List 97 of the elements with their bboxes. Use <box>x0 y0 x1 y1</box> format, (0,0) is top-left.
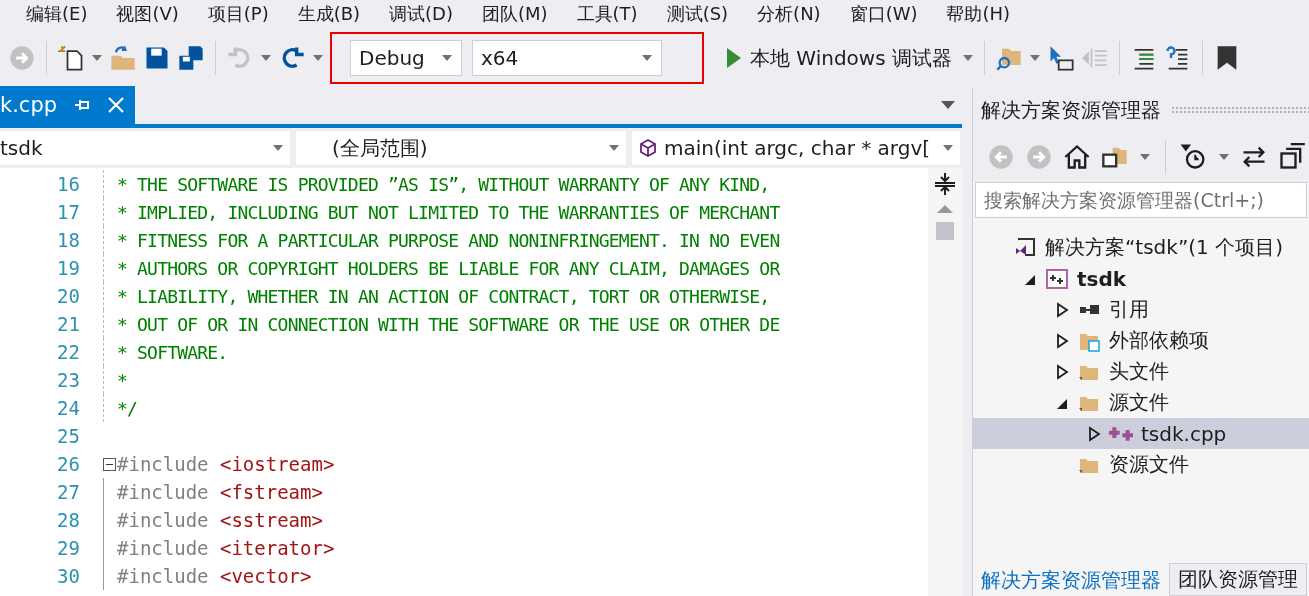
line-number: 18 <box>56 229 80 251</box>
line-number: 20 <box>56 285 80 307</box>
tree-item[interactable]: 头文件 <box>973 356 1309 387</box>
line-number: 28 <box>56 509 80 531</box>
dropdown-caret-icon[interactable] <box>1139 153 1151 161</box>
code-comment: * THE SOFTWARE IS PROVIDED ”AS IS”, WITHOUT WARRANTY OF ANY KIND, <box>117 173 770 195</box>
tree-label: 源文件 <box>1109 389 1169 416</box>
line-number: 29 <box>56 537 80 559</box>
run-button[interactable]: 本地 Windows 调试器 <box>722 44 956 72</box>
menu-item[interactable]: 团队(M) <box>470 2 565 26</box>
line-number: 19 <box>56 257 80 279</box>
menu-item[interactable]: 生成(B) <box>285 2 378 26</box>
tree-label: tsdk.cpp <box>1141 421 1227 446</box>
project-dropdown[interactable]: tsdk <box>0 131 290 165</box>
dropdown-caret-icon[interactable] <box>962 54 974 62</box>
save-all-icon[interactable] <box>177 44 205 72</box>
expand-arrow-icon[interactable] <box>1087 425 1101 442</box>
tree-label: 资源文件 <box>1109 451 1189 478</box>
code-comment: * IMPLIED, INCLUDING BUT NOT LIMITED TO THE WARRANTIES OF MERCHANT <box>117 201 780 223</box>
dropdown-caret-icon[interactable] <box>312 54 324 62</box>
code-comment: * SOFTWARE. <box>117 341 228 363</box>
tree-label: 头文件 <box>1109 358 1169 385</box>
tree-item[interactable]: 源文件 <box>973 387 1309 418</box>
menu-item[interactable]: 窗口(W) <box>837 2 935 26</box>
line-number: 16 <box>56 173 80 195</box>
open-folder-icon[interactable] <box>109 44 137 72</box>
dropdown-caret-icon[interactable] <box>940 100 956 110</box>
line-number: 21 <box>56 313 80 335</box>
expand-arrow-icon[interactable] <box>1055 301 1069 318</box>
dropdown-caret-icon[interactable] <box>1218 153 1230 161</box>
tree-label: 外部依赖项 <box>1109 327 1209 354</box>
dropdown-caret-icon[interactable] <box>942 144 954 152</box>
code-comment: * AUTHORS OR COPYRIGHT HOLDERS BE LIABLE FOR ANY CLAIM, DAMAGES OR <box>117 257 780 279</box>
line-number: 17 <box>56 201 80 223</box>
scroll-thumb[interactable] <box>936 222 954 240</box>
menu-item[interactable]: 工具(T) <box>564 2 655 26</box>
home-icon[interactable] <box>1063 143 1091 171</box>
collapse-all-icon[interactable] <box>1278 143 1306 171</box>
code-comment: * OUT OF OR IN CONNECTION WITH THE SOFTWARE OR THE USE OR OTHER DE <box>117 313 780 335</box>
tree-label: tsdk <box>1077 266 1127 291</box>
menu-item[interactable]: 帮助(H) <box>934 2 1028 26</box>
dropdown-caret-icon[interactable] <box>1029 54 1041 62</box>
code-comment: */ <box>117 397 138 419</box>
scroll-up-icon[interactable] <box>936 204 954 214</box>
code-text: #include <sstream> <box>117 509 323 531</box>
tree-label: 解决方案“tsdk”(1 个项目) <box>1045 234 1283 261</box>
configuration-dropdown[interactable]: Debug <box>350 40 462 76</box>
code-comment: * LIABILITY, WHETHER IN AN ACTION OF CONTRACT, TORT OR OTHERWISE, <box>117 285 770 307</box>
tree-item[interactable]: tsdk <box>973 263 1309 294</box>
search-field[interactable]: 搜索解决方案资源管理器(Ctrl+;) <box>975 182 1307 218</box>
line-number: 25 <box>56 425 80 447</box>
platform-dropdown[interactable]: x64 <box>472 40 662 76</box>
line-number: 30 <box>56 565 80 587</box>
split-icon[interactable] <box>934 172 956 196</box>
line-number: 24 <box>56 397 80 419</box>
dropdown-caret-icon[interactable] <box>272 144 284 152</box>
cube-icon <box>638 138 658 158</box>
play-icon <box>726 47 742 69</box>
expand-arrow-icon[interactable] <box>1055 363 1069 380</box>
dropdown-caret-icon[interactable] <box>260 54 272 62</box>
line-number: 23 <box>56 369 80 391</box>
document-tab[interactable]: k.cpp <box>0 86 136 124</box>
tree-item[interactable]: 解决方案“tsdk”(1 个项目) <box>973 232 1309 263</box>
code-comment: * <box>117 369 128 391</box>
code-text: #include <iostream> <box>117 453 335 475</box>
menu-item[interactable]: 编辑(E) <box>14 2 105 26</box>
expand-arrow-icon[interactable] <box>1055 332 1069 349</box>
code-text: #include <vector> <box>117 565 312 587</box>
close-icon[interactable] <box>107 96 126 114</box>
dropdown-caret-icon[interactable] <box>441 54 453 62</box>
tree-item[interactable]: 外部依赖项 <box>973 325 1309 356</box>
menu-item[interactable]: 测试(S) <box>654 2 746 26</box>
code-comment: * FITNESS FOR A PARTICULAR PURPOSE AND NONINFRINGEMENT. IN NO EVEN <box>117 229 780 251</box>
code-text: #include <iterator> <box>117 537 335 559</box>
project-icon <box>1045 266 1069 291</box>
menu-item[interactable]: 项目(P) <box>195 2 286 26</box>
new-item-icon[interactable] <box>57 44 85 72</box>
tree-item[interactable]: tsdk.cpp <box>973 418 1309 449</box>
dropdown-caret-icon[interactable] <box>641 54 653 62</box>
tree-label: 引用 <box>1109 296 1149 323</box>
line-number: 22 <box>56 341 80 363</box>
dropdown-caret-icon[interactable] <box>91 54 103 62</box>
panel-title: 解决方案资源管理器 <box>981 96 1161 124</box>
dropdown-caret-icon[interactable] <box>608 144 620 152</box>
collapse-icon[interactable] <box>103 457 116 471</box>
tree-item[interactable]: 资源文件 <box>973 449 1309 480</box>
tree-item[interactable]: 引用 <box>973 294 1309 325</box>
menu-item[interactable]: 分析(N) <box>745 2 838 26</box>
scope-dropdown[interactable]: (全局范围) <box>296 131 626 165</box>
cpp-file-icon <box>1109 426 1133 441</box>
menu-item[interactable]: 调试(D) <box>377 2 470 26</box>
code-text: #include <fstream> <box>117 481 323 503</box>
line-number: 27 <box>56 481 80 503</box>
menu-item[interactable]: 视图(V) <box>104 2 196 26</box>
panel-tab[interactable]: 团队资源管理 <box>1169 563 1307 596</box>
member-dropdown[interactable]: main(int argc, char * argv[ <box>632 131 960 165</box>
line-number: 26 <box>56 453 80 475</box>
